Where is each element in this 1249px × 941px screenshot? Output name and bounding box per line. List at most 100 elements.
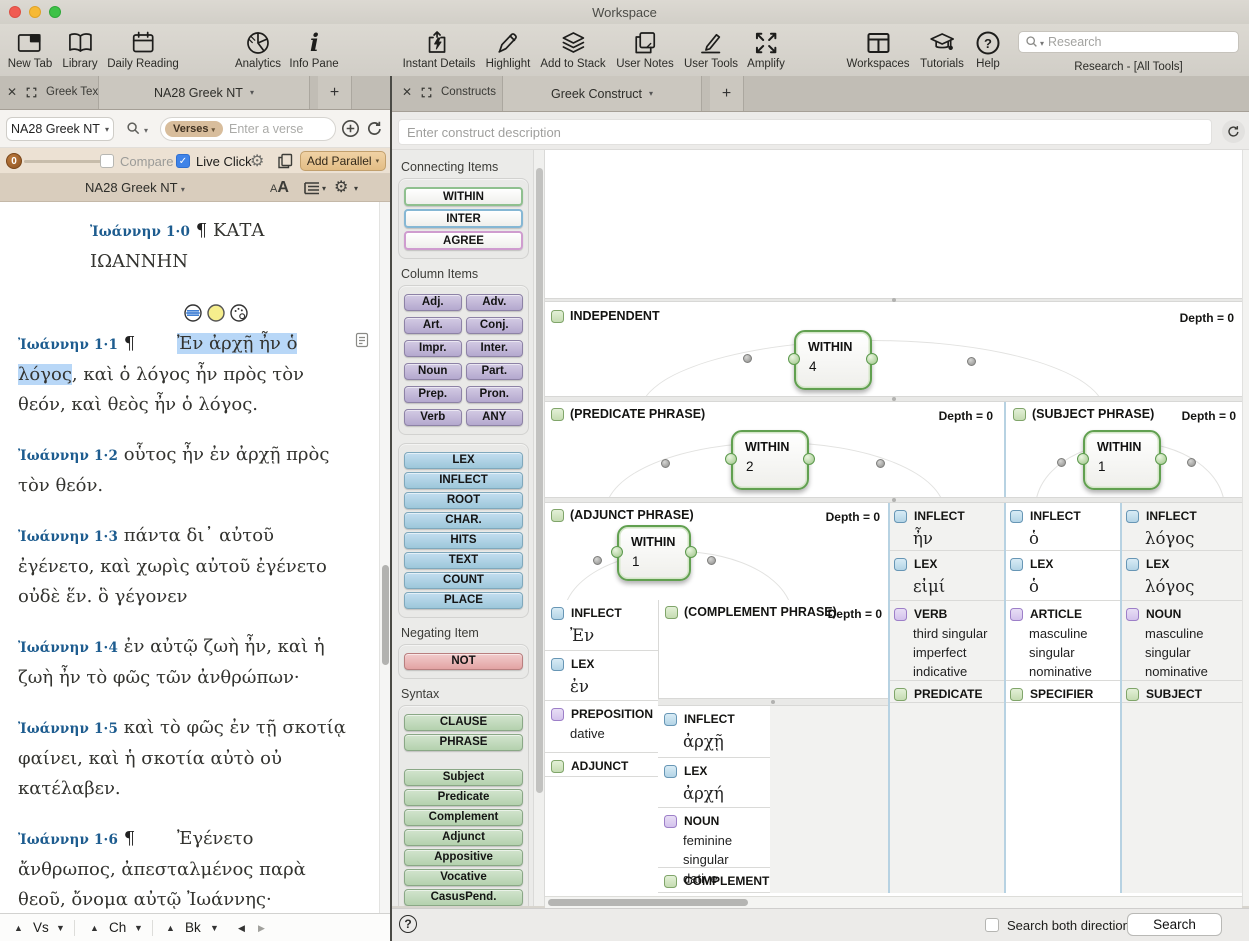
connector-dot[interactable]: [707, 556, 716, 565]
add-circle-icon[interactable]: [341, 119, 360, 138]
verse-Ἰωάννην-1·1[interactable]: Ἰωάννην 1·1 ¶ Ἐν ἀρχῇ ἦν ὁ λόγος, καὶ ὁ …: [18, 329, 353, 420]
new-tab-button[interactable]: +: [710, 76, 744, 111]
construct-cell-inflect[interactable]: INFLECTἀρχῇ: [658, 706, 770, 758]
connector-port[interactable]: [685, 546, 697, 558]
construct-cell-noun[interactable]: NOUNfeminine singular dative: [658, 808, 770, 868]
chapter-down-button[interactable]: ▼: [134, 923, 143, 933]
construct-cell-lex[interactable]: LEXεἰμί: [888, 551, 1004, 601]
connector-dot[interactable]: [743, 354, 752, 363]
connector-port[interactable]: [1155, 453, 1167, 465]
within-connector[interactable]: WITHIN1: [1083, 430, 1161, 490]
construct-cell-inflect[interactable]: INFLECTὁ: [1004, 503, 1120, 551]
library-button[interactable]: Library: [62, 29, 97, 70]
tab-greek-construct[interactable]: Greek Construct ▾: [502, 76, 702, 111]
title-bar[interactable]: Workspace: [0, 0, 1249, 24]
search-mode-icon[interactable]: [126, 121, 141, 136]
scrollbar-thumb[interactable]: [382, 565, 389, 665]
palette-pron-button[interactable]: Pron.: [466, 386, 524, 403]
verse-input[interactable]: [229, 122, 331, 136]
palette-clause-button[interactable]: CLAUSE: [404, 714, 523, 731]
palette-art-button[interactable]: Art.: [404, 317, 462, 334]
construct-cell-specifier[interactable]: SPECIFIER: [1004, 681, 1120, 703]
within-connector[interactable]: WITHIN1: [617, 525, 691, 581]
palette-conj-button[interactable]: Conj.: [466, 317, 524, 334]
palette-part-button[interactable]: Part.: [466, 363, 524, 380]
live-click-checkbox[interactable]: ✓: [176, 154, 190, 168]
construct-cell-lex[interactable]: LEXἀρχή: [658, 758, 770, 808]
help-button[interactable]: ?Help: [973, 29, 1003, 70]
expand-pane-icon[interactable]: [26, 87, 37, 98]
scrollbar-thumb[interactable]: [548, 899, 748, 906]
book-down-button[interactable]: ▼: [210, 923, 219, 933]
verse-search-field[interactable]: Verses▾: [160, 117, 336, 141]
canvas-vertical-scrollbar[interactable]: [1242, 150, 1249, 906]
construct-cell-adjunct[interactable]: ADJUNCT: [545, 753, 658, 777]
verse-Ἰωάννην-1·6[interactable]: Ἰωάννην 1·6 ¶ Ἐγένετο ἄνθρωπος, ἀπεσταλμ…: [18, 824, 353, 913]
book-up-button[interactable]: ▲: [166, 923, 175, 933]
construct-panel-complement-phrase[interactable]: (COMPLEMENT PHRASE)Depth = 0: [658, 600, 888, 698]
palette-root-button[interactable]: ROOT: [404, 492, 523, 509]
info-pane-button[interactable]: iInfo Pane: [289, 29, 338, 70]
compare-checkbox[interactable]: [100, 154, 114, 168]
palette-any-button[interactable]: ANY: [466, 409, 524, 426]
palette-inflect-button[interactable]: INFLECT: [404, 472, 523, 489]
context-slider[interactable]: [24, 160, 102, 163]
connector-port[interactable]: [1077, 453, 1089, 465]
palette-scrollbar[interactable]: [533, 150, 545, 906]
blue-striped-highlighter-icon[interactable]: [183, 303, 203, 323]
verse-Ἰωάννην-1·2[interactable]: Ἰωάννην 1·2 οὗτος ἦν ἐν ἀρχῇ πρὸς τὸν θε…: [18, 440, 353, 501]
palette-prep-button[interactable]: Prep.: [404, 386, 462, 403]
connector-dot[interactable]: [967, 357, 976, 366]
search-scope-pill[interactable]: Verses▾: [165, 121, 223, 137]
connector-dot[interactable]: [593, 556, 602, 565]
user-tools-button[interactable]: User Tools: [684, 29, 738, 70]
connector-dot[interactable]: [1057, 458, 1066, 467]
expand-pane-icon[interactable]: [421, 87, 432, 98]
connector-port[interactable]: [725, 453, 737, 465]
construct-cell-preposition[interactable]: PREPOSITIONdative: [545, 701, 658, 753]
construct-cell-noun[interactable]: NOUNmasculine singular nominative: [1120, 601, 1242, 681]
tutorials-button[interactable]: Tutorials: [920, 29, 964, 70]
palette-subject-button[interactable]: Subject: [404, 769, 523, 786]
palette-inter-button[interactable]: Inter.: [466, 340, 524, 357]
verse-reference[interactable]: Ἰωάννην 1·0: [90, 224, 190, 240]
display-settings-icon[interactable]: [304, 181, 320, 195]
palette-count-button[interactable]: COUNT: [404, 572, 523, 589]
search-button[interactable]: Search: [1127, 913, 1222, 936]
palette-text-button[interactable]: TEXT: [404, 552, 523, 569]
canvas-horizontal-scrollbar[interactable]: [545, 896, 1242, 908]
palette-icon[interactable]: [229, 303, 249, 323]
construct-panel-adjunct-phrase[interactable]: (ADJUNCT PHRASE)Depth = 0WITHIN1: [545, 503, 888, 600]
gear-icon[interactable]: ⚙: [334, 177, 348, 197]
palette-vocative-button[interactable]: Vocative: [404, 869, 523, 886]
verse-reference[interactable]: Ἰωάννην 1·4: [18, 640, 118, 656]
chevron-down-icon[interactable]: ▾: [354, 184, 358, 193]
close-pane-icon[interactable]: ✕: [7, 85, 17, 99]
workspaces-button[interactable]: Workspaces: [846, 29, 909, 70]
new-tab-button[interactable]: New Tab: [8, 29, 53, 70]
amplify-button[interactable]: Amplify: [747, 29, 785, 70]
context-slider-badge[interactable]: 0: [6, 153, 22, 169]
connector-dot[interactable]: [876, 459, 885, 468]
construct-cell-lex[interactable]: LEXἐν: [545, 651, 658, 701]
verse-down-button[interactable]: ▼: [56, 923, 65, 933]
verse-reference[interactable]: Ἰωάννην 1·1: [18, 337, 118, 353]
connector-dot[interactable]: [1187, 458, 1196, 467]
text-selector-dropdown[interactable]: NA28 Greek NT ▾: [6, 117, 114, 141]
construct-cell-inflect[interactable]: INFLECTἦν: [888, 503, 1004, 551]
verse-Ἰωάννην-1·5[interactable]: Ἰωάννην 1·5 καὶ τὸ φῶς ἐν τῇ σκοτίᾳ φαίν…: [18, 713, 353, 804]
daily-reading-button[interactable]: Daily Reading: [107, 29, 179, 70]
palette-place-button[interactable]: PLACE: [404, 592, 523, 609]
instant-details-button[interactable]: Instant Details: [403, 29, 476, 70]
help-icon[interactable]: ?: [399, 915, 417, 933]
palette-within-button[interactable]: WITHIN: [404, 187, 523, 206]
palette-impr-button[interactable]: Impr.: [404, 340, 462, 357]
within-connector[interactable]: WITHIN4: [794, 330, 872, 390]
palette-casuspend-button[interactable]: CasusPend.: [404, 889, 523, 906]
palette-verb-button[interactable]: Verb: [404, 409, 462, 426]
verse-Ἰωάννην-1·4[interactable]: Ἰωάννην 1·4 ἐν αὐτῷ ζωὴ ἦν, καὶ ἡ ζωὴ ἦν…: [18, 632, 353, 693]
palette-adjunct-button[interactable]: Adjunct: [404, 829, 523, 846]
research-input[interactable]: [1048, 35, 1232, 49]
construct-cell-inflect[interactable]: INFLECTἘν: [545, 600, 658, 651]
verse-reference[interactable]: Ἰωάννην 1·2: [18, 448, 118, 464]
